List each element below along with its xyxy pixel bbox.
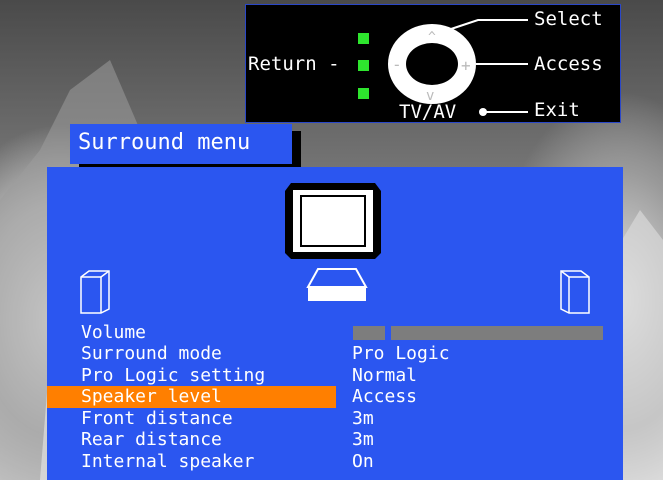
volume-bar-track: [391, 326, 603, 340]
svg-text:+: +: [461, 56, 471, 75]
internal-speaker-value: On: [352, 451, 374, 472]
speaker-level-label: Speaker level: [81, 386, 222, 407]
front-distance-value: 3m: [352, 408, 374, 429]
surround-menu-panel: Volume Surround mode Pro Logic Pro Logic…: [47, 167, 623, 480]
surround-mode-label: Surround mode: [81, 343, 222, 364]
svg-text:^: ^: [428, 30, 436, 45]
volume-label: Volume: [81, 322, 147, 343]
pro-logic-setting-label: Pro Logic setting: [81, 365, 266, 386]
svg-text:v: v: [426, 88, 434, 104]
rear-distance-label: Rear distance: [81, 429, 222, 450]
menu-row-rear-distance[interactable]: Rear distance 3m: [47, 429, 623, 451]
volume-bar-filled: [353, 326, 385, 340]
right-speaker-icon: [560, 270, 590, 314]
menu-title-tab: Surround menu: [70, 124, 292, 164]
front-distance-label: Front distance: [81, 408, 233, 429]
remote-dpad-icon: ^ - + v: [388, 19, 528, 116]
pro-logic-setting-value: Normal: [352, 365, 418, 386]
left-speaker-icon: [80, 270, 110, 314]
center-speaker-icon: [306, 268, 368, 301]
internal-speaker-label: Internal speaker: [81, 451, 255, 472]
page-title: Surround menu: [78, 130, 251, 155]
menu-row-surround-mode[interactable]: Surround mode Pro Logic: [47, 343, 623, 365]
tv-icon: [285, 183, 381, 259]
svg-text:-: -: [392, 55, 402, 74]
menu-row-volume[interactable]: Volume: [47, 322, 623, 344]
rear-distance-value: 3m: [352, 429, 374, 450]
surround-mode-value: Pro Logic: [352, 343, 450, 364]
menu-row-speaker-level[interactable]: Speaker level Access: [47, 386, 623, 408]
menu-row-front-distance[interactable]: Front distance 3m: [47, 408, 623, 430]
remote-hint-panel: Return - Select Access Exit TV/AV ^ - + …: [245, 4, 621, 123]
speaker-level-value: Access: [352, 386, 418, 407]
menu-row-pro-logic-setting[interactable]: Pro Logic setting Normal: [47, 365, 623, 387]
menu-row-internal-speaker[interactable]: Internal speaker On: [47, 451, 623, 473]
